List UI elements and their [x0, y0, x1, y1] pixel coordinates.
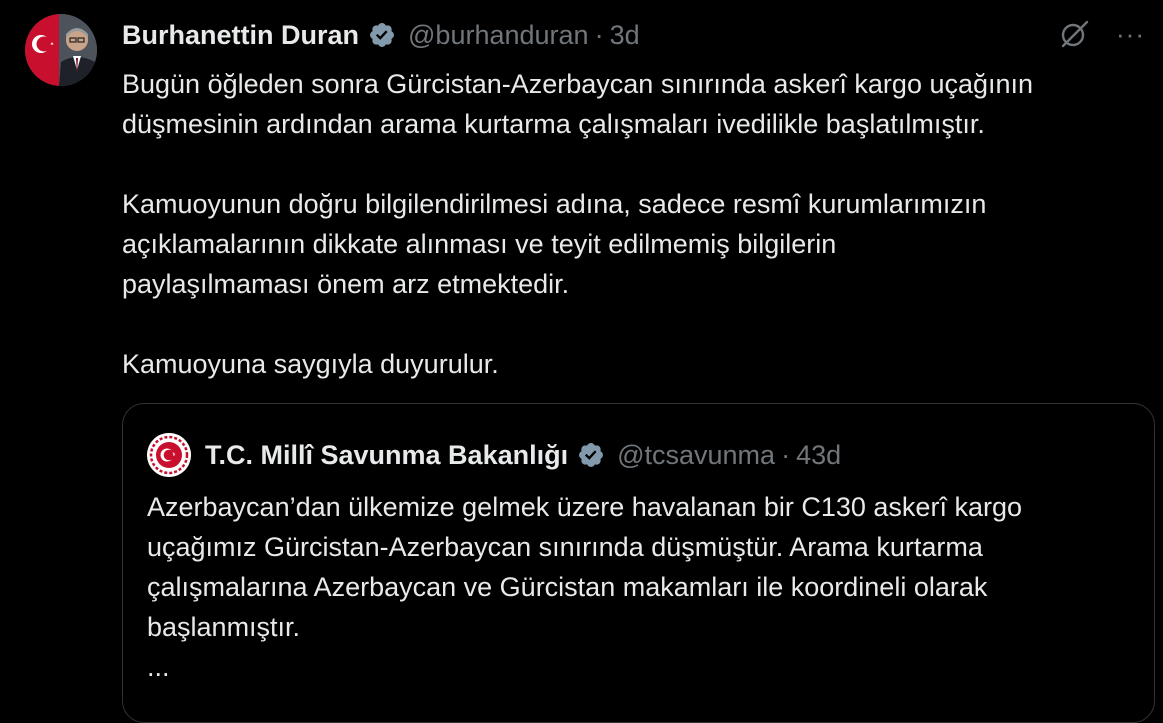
- verified-badge-icon[interactable]: [577, 441, 605, 469]
- grok-icon[interactable]: [1058, 18, 1090, 50]
- quoted-tweet-paragraph: Azerbaycan’dan ülkemize gelmek üzere hav…: [147, 492, 1022, 642]
- tweet-header: Burhanettin Duran @burhanduran · 3d: [122, 14, 640, 56]
- more-options-icon[interactable]: ···: [1116, 18, 1145, 50]
- author-name[interactable]: Burhanettin Duran: [122, 20, 359, 51]
- tweet[interactable]: Burhanettin Duran @burhanduran · 3d ··· …: [0, 0, 1163, 723]
- quoted-author-handle[interactable]: @tcsavunma: [617, 440, 775, 471]
- tweet-actions-top: ···: [1058, 18, 1145, 50]
- separator-dot: ·: [781, 439, 791, 470]
- tweet-timestamp[interactable]: 3d: [610, 20, 640, 51]
- separator-dot: ·: [594, 19, 604, 50]
- quoted-author-name[interactable]: T.C. Millî Savunma Bakanlığı: [205, 440, 568, 471]
- tweet-text: Bugün öğleden sonra Gürcistan-Azerbaycan…: [122, 64, 1154, 384]
- quoted-tweet-header: T.C. Millî Savunma Bakanlığı @tcsavunma …: [147, 433, 841, 477]
- show-more-ellipsis[interactable]: ...: [147, 647, 1137, 687]
- tweet-paragraph: Kamuoyunun doğru bilgilendirilmesi adına…: [122, 189, 987, 299]
- author-avatar[interactable]: [25, 14, 97, 86]
- quoted-tweet-text: Azerbaycan’dan ülkemize gelmek üzere hav…: [147, 487, 1137, 687]
- quoted-author-avatar[interactable]: [147, 433, 191, 477]
- author-handle[interactable]: @burhanduran: [408, 20, 589, 51]
- tweet-paragraph: Bugün öğleden sonra Gürcistan-Azerbaycan…: [122, 69, 1034, 139]
- verified-badge-icon[interactable]: [368, 21, 396, 49]
- tweet-paragraph: Kamuoyuna saygıyla duyurulur.: [122, 349, 499, 379]
- quoted-tweet-timestamp[interactable]: 43d: [796, 440, 841, 471]
- quoted-tweet[interactable]: T.C. Millî Savunma Bakanlığı @tcsavunma …: [122, 403, 1155, 723]
